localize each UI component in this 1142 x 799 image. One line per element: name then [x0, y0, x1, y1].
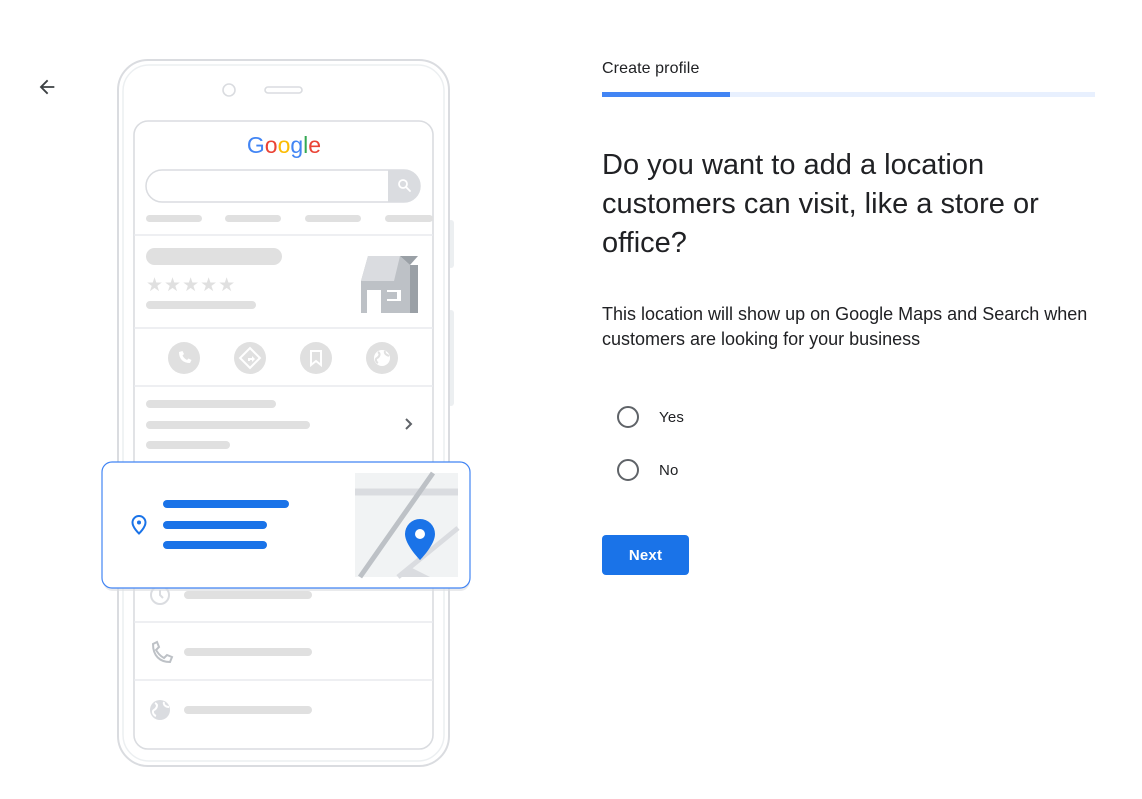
step-title: Create profile: [602, 60, 700, 77]
store-icon: [361, 256, 418, 313]
radio-option-no[interactable]: No: [614, 455, 684, 485]
location-radio-group: Yes No: [614, 402, 684, 508]
radio-label-no: No: [659, 461, 679, 479]
radio-label-yes: Yes: [659, 408, 685, 426]
progress-fill: [602, 92, 731, 97]
phone-illustration: Google ★★★★★: [98, 58, 478, 770]
arrow-left-icon: [39, 79, 55, 95]
progress-bar: [602, 92, 1095, 97]
bookmark-icon: [300, 342, 332, 374]
phone-icon: [168, 342, 200, 374]
radio-circle[interactable]: [617, 459, 639, 481]
map-thumbnail: [355, 471, 460, 579]
question-heading: Do you want to add a location customers …: [602, 149, 1039, 259]
radio-circle[interactable]: [617, 406, 639, 428]
directions-icon: [234, 342, 266, 374]
question-description: This location will show up on Google Map…: [602, 304, 1088, 349]
radio-option-yes[interactable]: Yes: [614, 402, 684, 432]
globe-icon: [150, 700, 170, 720]
globe-icon: [366, 342, 398, 374]
google-logo: Google: [247, 132, 321, 158]
back-button[interactable]: [30, 70, 64, 104]
next-button[interactable]: Next: [602, 535, 689, 575]
rating-stars: ★★★★★: [146, 274, 236, 296]
